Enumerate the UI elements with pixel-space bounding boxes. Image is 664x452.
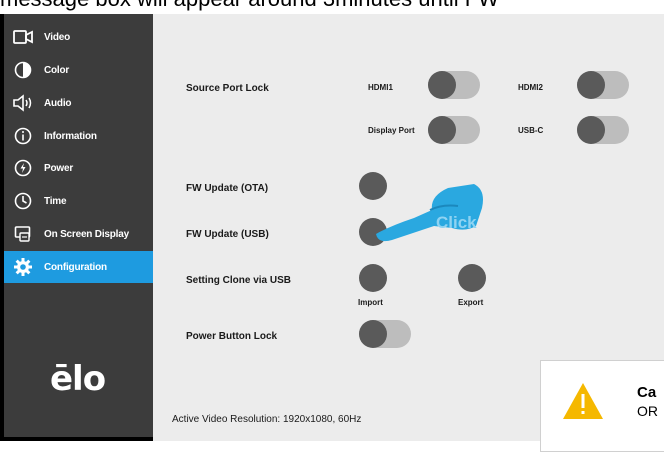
power-button-lock-label: Power Button Lock bbox=[186, 331, 278, 342]
source-port-lock-label: Source Port Lock bbox=[186, 83, 269, 94]
sidebar-item-color[interactable]: Color bbox=[4, 54, 153, 86]
sidebar-item-audio[interactable]: Audio bbox=[4, 87, 153, 119]
video-camera-icon bbox=[12, 26, 34, 48]
sidebar-item-label: Time bbox=[44, 195, 67, 207]
hdmi1-lock-toggle[interactable] bbox=[428, 71, 480, 99]
import-label: Import bbox=[358, 298, 383, 307]
sidebar-item-configuration[interactable]: Configuration bbox=[4, 251, 153, 283]
contrast-icon bbox=[12, 59, 34, 81]
port-label-display-port: Display Port bbox=[368, 126, 415, 135]
usb-c-lock-toggle[interactable] bbox=[577, 116, 629, 144]
toast-title: Ca bbox=[637, 384, 657, 401]
power-button-lock-toggle[interactable] bbox=[359, 320, 411, 348]
clone-export-button[interactable] bbox=[458, 264, 486, 292]
port-label-usb-c: USB-C bbox=[518, 126, 544, 135]
setting-clone-label: Setting Clone via USB bbox=[186, 275, 292, 286]
display-port-lock-toggle[interactable] bbox=[428, 116, 480, 144]
sidebar-item-label: Information bbox=[44, 130, 97, 142]
info-icon bbox=[12, 125, 34, 147]
sidebar-item-label: Video bbox=[44, 31, 71, 43]
toast-notification: Ca OR bbox=[540, 360, 664, 452]
power-icon bbox=[12, 157, 34, 179]
warning-icon bbox=[563, 383, 603, 419]
clock-icon bbox=[12, 190, 34, 212]
click-hand-overlay: Click bbox=[376, 184, 483, 242]
sidebar-item-label: Audio bbox=[44, 97, 72, 109]
osd-icon bbox=[12, 223, 34, 245]
port-label-hdmi1: HDMI1 bbox=[368, 83, 393, 92]
fw-update-usb-label: FW Update (USB) bbox=[186, 229, 269, 240]
toast-body: OR bbox=[637, 403, 658, 419]
active-video-resolution: Active Video Resolution: 1920x1080, 60Hz bbox=[172, 414, 362, 425]
export-label: Export bbox=[458, 298, 484, 307]
sidebar-item-label: Power bbox=[44, 162, 74, 174]
sidebar-item-label: Color bbox=[44, 64, 70, 76]
fw-update-ota-label: FW Update (OTA) bbox=[186, 183, 269, 194]
elo-logo: ēlo bbox=[50, 359, 106, 399]
sidebar-item-information[interactable]: Information bbox=[4, 120, 153, 152]
sidebar-item-power[interactable]: Power bbox=[4, 152, 153, 184]
sidebar-item-time[interactable]: Time bbox=[4, 185, 153, 217]
gear-icon bbox=[12, 256, 34, 278]
osd-sidebar: Video Color Audio Information Power Time bbox=[4, 14, 153, 437]
speaker-icon bbox=[12, 92, 34, 114]
port-label-hdmi2: HDMI2 bbox=[518, 83, 543, 92]
clone-import-button[interactable] bbox=[359, 264, 387, 292]
sidebar-item-on-screen-display[interactable]: On Screen Display bbox=[4, 218, 153, 250]
sidebar-item-video[interactable]: Video bbox=[4, 21, 153, 53]
hdmi2-lock-toggle[interactable] bbox=[577, 71, 629, 99]
click-overlay-text: Click bbox=[436, 213, 477, 232]
sidebar-item-label: On Screen Display bbox=[44, 228, 129, 240]
sidebar-item-label: Configuration bbox=[44, 261, 107, 273]
